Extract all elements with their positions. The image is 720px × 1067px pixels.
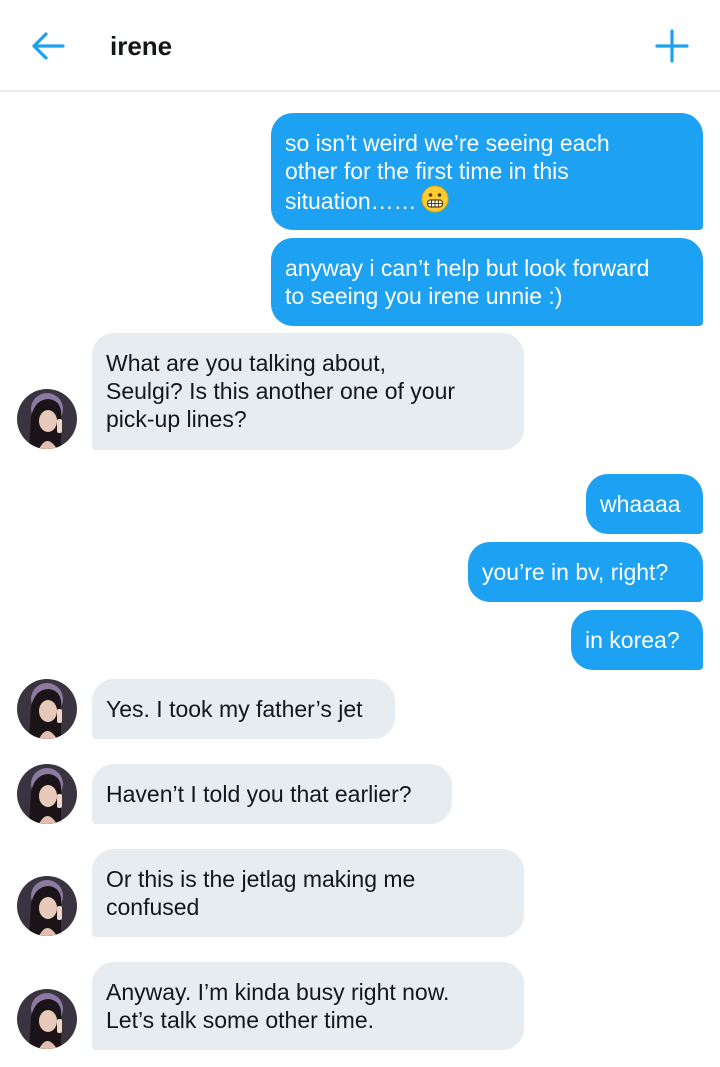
avatar[interactable]	[17, 876, 77, 936]
back-button[interactable]	[28, 26, 68, 66]
message-text: Haven’t I told you that earlier?	[106, 781, 412, 807]
grimacing-face-emoji	[421, 185, 449, 219]
message-bubble-outgoing[interactable]: in korea?	[571, 610, 703, 670]
message-text: anyway i can’t help but look forward to …	[285, 255, 650, 309]
conversation-header: irene	[0, 0, 720, 92]
message-bubble-incoming[interactable]: Yes. I took my father’s jet	[92, 679, 395, 739]
message-bubble-incoming[interactable]: Or this is the jetlag making me confused	[92, 849, 524, 937]
message-text: in korea?	[585, 627, 680, 653]
message-bubble-incoming[interactable]: Anyway. I’m kinda busy right now. Let’s …	[92, 962, 524, 1050]
add-button[interactable]	[650, 24, 694, 68]
arrow-left-icon	[32, 32, 65, 60]
message-text: Or this is the jetlag making me confused	[106, 866, 416, 920]
message-bubble-outgoing[interactable]: you’re in bv, right?	[468, 542, 703, 602]
message-text: you’re in bv, right?	[482, 559, 669, 585]
message-bubble-outgoing[interactable]: so isn’t weird we’re seeing each other f…	[271, 113, 703, 230]
plus-icon	[655, 29, 689, 63]
message-text: Yes. I took my father’s jet	[106, 696, 363, 722]
message-bubble-outgoing[interactable]: whaaaa	[586, 474, 703, 534]
avatar[interactable]	[17, 389, 77, 449]
message-bubble-outgoing[interactable]: anyway i can’t help but look forward to …	[271, 238, 703, 326]
message-text: What are you talking about, Seulgi? Is t…	[106, 350, 456, 432]
message-bubble-incoming[interactable]: Haven’t I told you that earlier?	[92, 764, 452, 824]
conversation-title: irene	[110, 31, 173, 61]
avatar[interactable]	[17, 764, 77, 824]
message-text: Anyway. I’m kinda busy right now. Let’s …	[106, 979, 450, 1033]
message-bubble-incoming[interactable]: What are you talking about, Seulgi? Is t…	[92, 333, 524, 450]
avatar[interactable]	[17, 989, 77, 1049]
avatar[interactable]	[17, 679, 77, 739]
message-text: whaaaa	[600, 491, 681, 517]
